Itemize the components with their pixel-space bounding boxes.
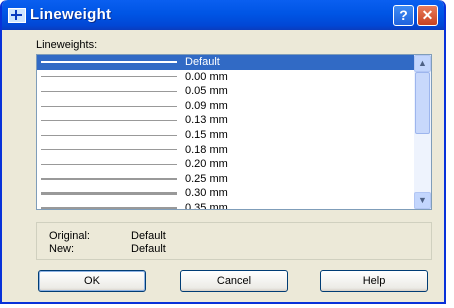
new-label: New:	[49, 243, 75, 255]
lineweight-item-label: 0.00 mm	[185, 70, 228, 83]
new-value: Default	[131, 243, 166, 255]
lineweight-item-label: 0.35 mm	[185, 201, 228, 210]
lineweight-item-label: Default	[185, 56, 220, 68]
lineweight-swatch	[41, 120, 177, 122]
dialog-title: Lineweight	[30, 6, 112, 23]
lineweight-item-label: 0.09 mm	[185, 99, 228, 112]
lineweight-item-label: 0.18 mm	[185, 143, 228, 156]
lineweight-item-label: 0.20 mm	[185, 158, 228, 171]
cancel-button[interactable]: Cancel	[180, 270, 288, 292]
ok-button[interactable]: OK	[38, 270, 146, 292]
lineweight-swatch	[41, 163, 177, 165]
lineweight-list-item[interactable]: 0.20 mm	[37, 157, 414, 172]
lineweight-swatch	[41, 178, 177, 181]
lineweight-swatch	[41, 192, 177, 196]
help-icon[interactable]: ?	[393, 5, 414, 26]
lineweight-list-item[interactable]: 0.18 mm	[37, 143, 414, 158]
lineweight-swatch	[41, 105, 177, 107]
lineweight-swatch	[41, 76, 177, 78]
scroll-thumb[interactable]	[415, 72, 430, 134]
lineweight-item-label: 0.13 mm	[185, 114, 228, 127]
close-icon[interactable]: ✕	[417, 5, 438, 26]
lineweight-item-label: 0.05 mm	[185, 85, 228, 98]
lineweight-info: Original: Default New: Default	[36, 222, 432, 260]
lineweight-list-item[interactable]: 0.30 mm	[37, 186, 414, 201]
lineweight-list-item[interactable]: 0.09 mm	[37, 99, 414, 114]
scroll-down-icon[interactable]: ▼	[414, 192, 431, 209]
lineweight-swatch	[41, 90, 177, 92]
lineweight-item-label: 0.25 mm	[185, 172, 228, 185]
lineweight-list-item[interactable]: 0.15 mm	[37, 128, 414, 143]
lineweights-list[interactable]: Default 0.00 mm 0.05 mm 0.09 mm 0.13 mm 0.15 …	[36, 54, 432, 210]
lineweight-list-item[interactable]: Default	[37, 55, 414, 70]
original-value: Default	[131, 230, 166, 242]
lineweight-list-item[interactable]: 0.00 mm	[37, 70, 414, 85]
lineweight-swatch	[41, 134, 177, 136]
scroll-up-icon[interactable]: ▲	[414, 55, 431, 72]
original-label: Original:	[49, 230, 90, 242]
list-scrollbar[interactable]: ▲ ▼	[414, 55, 431, 209]
lineweight-list-item[interactable]: 0.05 mm	[37, 84, 414, 99]
lineweights-label: Lineweights:	[36, 39, 98, 51]
help-button[interactable]: Help	[320, 270, 428, 292]
lineweight-list-item[interactable]: 0.25 mm	[37, 172, 414, 187]
lineweight-list-item[interactable]: 0.13 mm	[37, 113, 414, 128]
lineweight-item-label: 0.30 mm	[185, 187, 228, 200]
lineweight-swatch	[41, 206, 177, 209]
lineweight-swatch	[41, 149, 177, 151]
lineweight-swatch	[41, 61, 177, 64]
lineweight-dialog: Lineweight ? ✕ Lineweights: Default 0.00 …	[0, 0, 446, 304]
lineweight-item-label: 0.15 mm	[185, 128, 228, 141]
title-bar[interactable]: Lineweight ? ✕	[2, 0, 444, 30]
lineweight-icon	[8, 8, 26, 23]
lineweight-list-item[interactable]: 0.35 mm	[37, 201, 414, 210]
